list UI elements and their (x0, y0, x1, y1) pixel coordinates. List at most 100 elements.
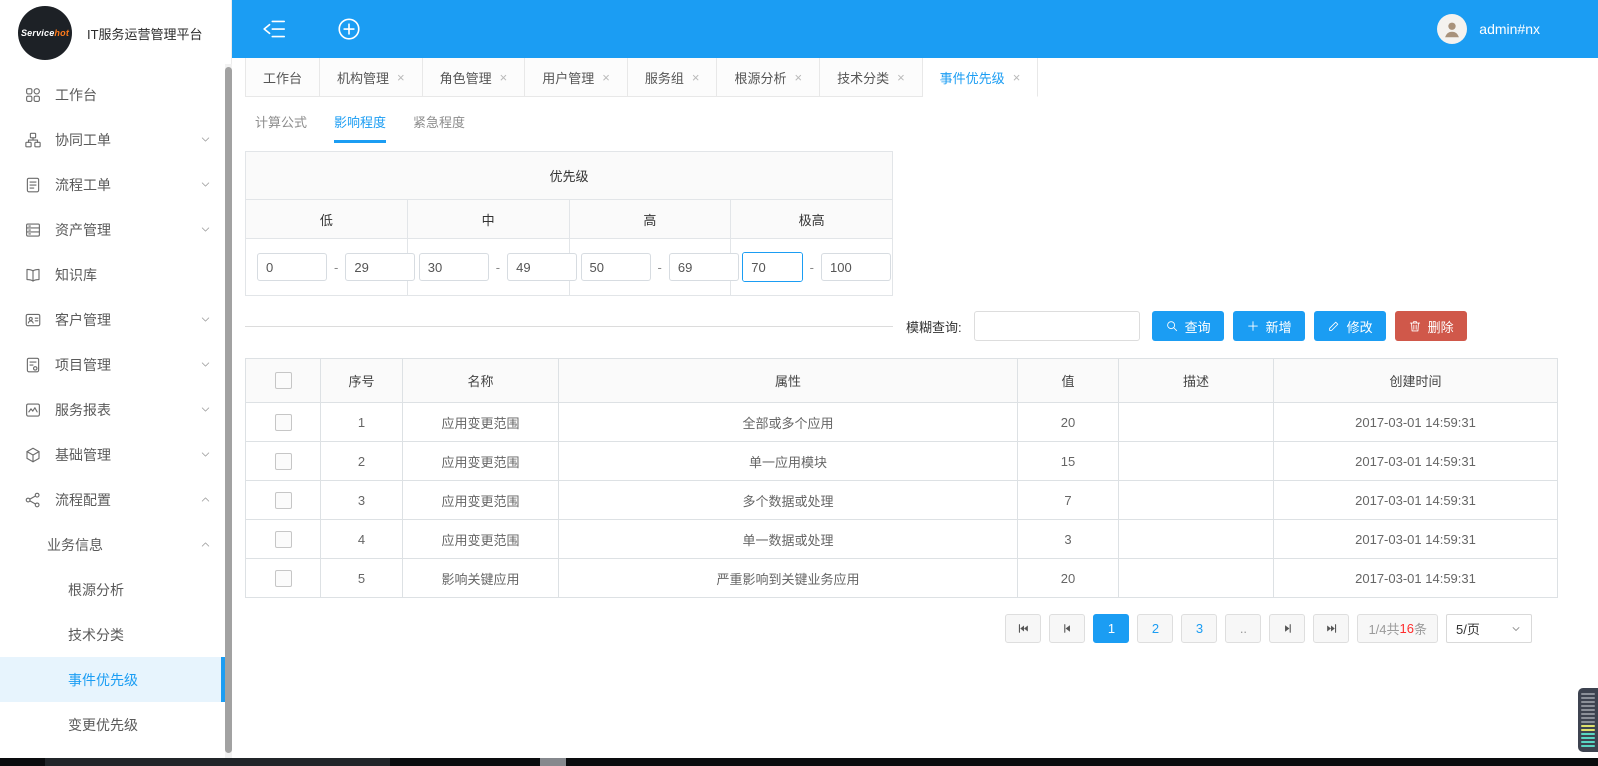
sidebar-item-根源分析[interactable]: 根源分析 (0, 567, 225, 612)
sidebar-item-客户管理[interactable]: 客户管理 (0, 297, 225, 342)
sidebar-item-流程配置[interactable]: 流程配置 (0, 477, 225, 522)
tab-label: 事件优先级 (940, 68, 1005, 87)
sidebar-item-流程工单[interactable]: 流程工单 (0, 162, 225, 207)
chevron-down-icon (199, 223, 212, 236)
next-page-button[interactable] (1269, 614, 1305, 643)
table-cell: 2017-03-01 14:59:31 (1274, 481, 1558, 520)
column-header: 创建时间 (1274, 359, 1558, 403)
tab-close-icon[interactable]: × (397, 71, 405, 84)
page-next-icon (1281, 622, 1294, 635)
tab-close-icon[interactable]: × (897, 71, 905, 84)
table-cell: 20 (1018, 559, 1119, 598)
table-row[interactable]: 5影响关键应用严重影响到关键业务应用202017-03-01 14:59:31 (246, 559, 1558, 598)
subtab-紧急程度[interactable]: 紧急程度 (413, 112, 465, 143)
删除-button[interactable]: 删除 (1395, 311, 1467, 341)
sidebar-item-协同工单[interactable]: 协同工单 (0, 117, 225, 162)
tab-角色管理[interactable]: 角色管理× (423, 58, 526, 97)
page-button-1[interactable]: 1 (1093, 614, 1129, 643)
priority-from-input[interactable] (743, 253, 802, 281)
username: admin#nx (1479, 21, 1540, 37)
sidebar-item-变更优先级[interactable]: 变更优先级 (0, 702, 225, 747)
app-title: IT服务运营管理平台 (87, 24, 203, 43)
table-row[interactable]: 1应用变更范围全部或多个应用202017-03-01 14:59:31 (246, 403, 1558, 442)
tab-事件优先级[interactable]: 事件优先级 × (923, 58, 1039, 97)
prev-page-button[interactable] (1049, 614, 1085, 643)
table-cell: 应用变更范围 (403, 442, 559, 481)
user-menu[interactable]: admin#nx (1437, 14, 1540, 44)
sidebar-item-基础管理[interactable]: 基础管理 (0, 432, 225, 477)
book-icon (24, 266, 42, 284)
first-page-button[interactable] (1005, 614, 1041, 643)
row-checkbox[interactable] (275, 570, 292, 587)
table-cell (1119, 559, 1274, 598)
row-checkbox[interactable] (275, 453, 292, 470)
tab-根源分析[interactable]: 根源分析× (717, 58, 820, 97)
search-input[interactable] (974, 311, 1140, 341)
table-cell (1119, 403, 1274, 442)
tab-label: 用户管理 (542, 68, 594, 87)
sidebar-item-项目管理[interactable]: 项目管理 (0, 342, 225, 387)
last-page-button[interactable] (1313, 614, 1349, 643)
查询-button[interactable]: 查询 (1152, 311, 1224, 341)
column-header: 属性 (559, 359, 1018, 403)
subtab-计算公式[interactable]: 计算公式 (255, 112, 307, 143)
collapse-menu-icon[interactable] (262, 16, 288, 42)
table-cell: 2017-03-01 14:59:31 (1274, 520, 1558, 559)
chevron-up-icon (199, 538, 212, 551)
priority-to-input[interactable] (345, 253, 415, 281)
servicehot-logo-icon: Servicehot (18, 6, 72, 60)
sidebar-item-知识库[interactable]: 知识库 (0, 252, 225, 297)
新增-button[interactable]: 新增 (1233, 311, 1305, 341)
level-meter-widget[interactable] (1578, 688, 1598, 752)
page-button-2[interactable]: 2 (1137, 614, 1173, 643)
priority-from-input[interactable] (581, 253, 651, 281)
tab-close-icon[interactable]: × (500, 71, 508, 84)
修改-button[interactable]: 修改 (1314, 311, 1386, 341)
subtab-影响程度[interactable]: 影响程度 (334, 112, 386, 143)
priority-level-label: 中 (407, 200, 569, 239)
sidebar-item-label: 知识库 (55, 265, 97, 285)
tab-close-icon[interactable]: × (692, 71, 700, 84)
priority-to-input[interactable] (507, 253, 577, 281)
tab-close-icon[interactable]: × (1013, 71, 1021, 84)
page-button-..[interactable]: .. (1225, 614, 1261, 643)
table-cell: 影响关键应用 (403, 559, 559, 598)
divider-line (245, 326, 893, 327)
sidebar-item-服务报表[interactable]: 服务报表 (0, 387, 225, 432)
select-all-checkbox[interactable] (275, 372, 292, 389)
row-checkbox[interactable] (275, 531, 292, 548)
tab-工作台[interactable]: 工作台 (245, 58, 320, 97)
tab-用户管理[interactable]: 用户管理 × (525, 58, 628, 97)
sidebar-item-资产管理[interactable]: 资产管理 (0, 207, 225, 252)
priority-to-input[interactable] (669, 253, 739, 281)
page-size-select[interactable]: 5/页 (1446, 614, 1532, 643)
priority-level-label: 高 (569, 200, 731, 239)
tab-服务组[interactable]: 服务组 × (628, 58, 718, 97)
tab-机构管理[interactable]: 机构管理× (320, 58, 423, 97)
tab-close-icon[interactable]: × (794, 71, 802, 84)
sidebar-scrollbar-thumb[interactable] (225, 67, 232, 753)
table-row[interactable]: 4应用变更范围单一数据或处理32017-03-01 14:59:31 (246, 520, 1558, 559)
table-row[interactable]: 2应用变更范围单一应用模块152017-03-01 14:59:31 (246, 442, 1558, 481)
tab-close-icon[interactable]: × (602, 71, 610, 84)
sidebar-item-label: 根源分析 (68, 580, 124, 600)
sidebar-item-label: 事件优先级 (68, 670, 138, 690)
tab-技术分类[interactable]: 技术分类× (820, 58, 923, 97)
sidebar-item-label: 流程工单 (55, 175, 111, 195)
tab-label: 服务组 (645, 68, 684, 87)
table-row[interactable]: 3应用变更范围多个数据或处理72017-03-01 14:59:31 (246, 481, 1558, 520)
sidebar-item-技术分类[interactable]: 技术分类 (0, 612, 225, 657)
search-row: 模糊查询: 查询新增修改删除 (245, 311, 1557, 341)
priority-to-input[interactable] (821, 253, 891, 281)
sidebar-item-label: 协同工单 (55, 130, 111, 150)
row-checkbox[interactable] (275, 492, 292, 509)
page-button-3[interactable]: 3 (1181, 614, 1217, 643)
table-cell: 3 (1018, 520, 1119, 559)
priority-from-input[interactable] (419, 253, 489, 281)
priority-from-input[interactable] (257, 253, 327, 281)
add-new-icon[interactable] (336, 16, 362, 42)
sidebar-item-工作台[interactable]: 工作台 (0, 72, 225, 117)
sidebar-item-业务信息[interactable]: 业务信息 (0, 522, 225, 567)
row-checkbox[interactable] (275, 414, 292, 431)
sidebar-item-事件优先级[interactable]: 事件优先级 (0, 657, 225, 702)
